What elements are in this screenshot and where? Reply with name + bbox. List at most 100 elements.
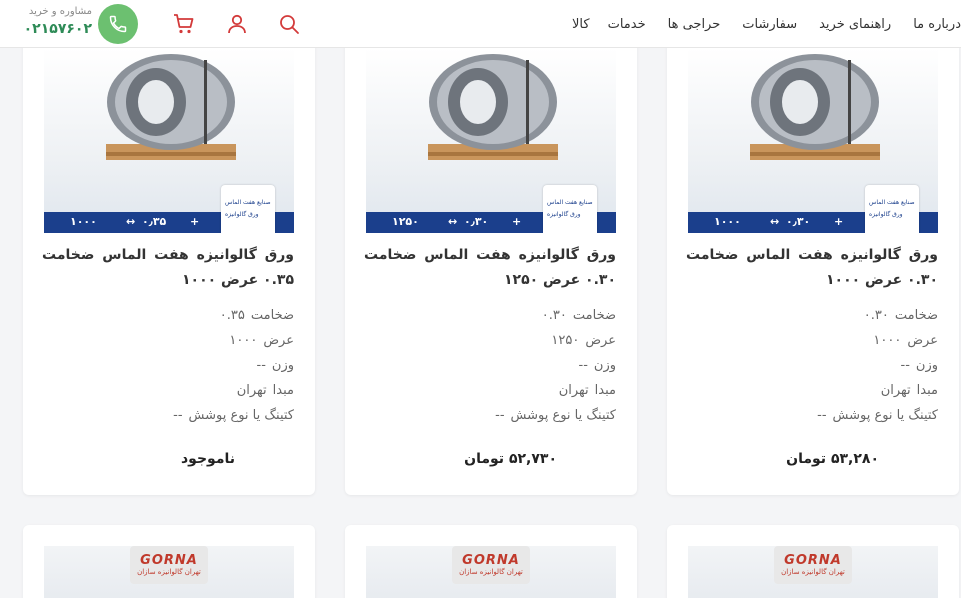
product-price: ۵۳,۲۸۰ تومان bbox=[786, 451, 879, 467]
product-image[interactable]: GORNA تهران گالوانیزه سازان bbox=[688, 546, 938, 598]
product-availability: ناموجود bbox=[180, 451, 235, 467]
spec-value: تهران bbox=[558, 383, 589, 398]
nav-item-buying-guide[interactable]: راهنمای خرید bbox=[819, 17, 891, 32]
gorna-logo: GORNA تهران گالوانیزه سازان bbox=[452, 546, 530, 584]
site-header: کالا خدمات حراجی ها سفارشات راهنمای خرید… bbox=[0, 0, 961, 48]
spec-value: ۱۰۰۰ bbox=[229, 333, 258, 348]
spec-key: کتینگ یا نوع پوشش bbox=[510, 408, 616, 423]
banner-width: ۱۲۵۰ bbox=[392, 215, 419, 228]
plus-icon: + bbox=[512, 215, 522, 228]
spec-thickness: ضخامت ۰.۳۵ bbox=[220, 308, 294, 323]
gorna-logo: GORNA تهران گالوانیزه سازان bbox=[130, 546, 208, 584]
spec-value: -- bbox=[256, 358, 266, 373]
product-card[interactable]: GORNA تهران گالوانیزه سازان bbox=[667, 525, 959, 598]
steel-coil-image bbox=[750, 54, 880, 160]
spec-value: ۱۲۵۰ bbox=[551, 333, 580, 348]
nav-item-orders[interactable]: سفارشات bbox=[742, 17, 797, 32]
spec-value: ۱۰۰۰ bbox=[873, 333, 902, 348]
nav-item-services[interactable]: خدمات bbox=[608, 17, 646, 32]
spec-key: عرض bbox=[907, 333, 938, 348]
banner-thickness: ۰٫۳۰ bbox=[464, 215, 489, 228]
spec-thickness: ضخامت ۰.۳۰ bbox=[864, 308, 938, 323]
spec-weight: وزن -- bbox=[257, 358, 295, 373]
steel-coil-image bbox=[106, 54, 236, 160]
spec-value: -- bbox=[578, 358, 588, 373]
spec-origin: مبدا تهران bbox=[237, 383, 294, 398]
nav-item-auctions[interactable]: حراجی ها bbox=[668, 17, 721, 32]
spec-value: ۰.۳۰ bbox=[541, 308, 567, 323]
product-card[interactable]: GORNA تهران گالوانیزه سازان bbox=[345, 525, 637, 598]
gorna-logo: GORNA تهران گالوانیزه سازان bbox=[774, 546, 852, 584]
spec-key: عرض bbox=[263, 333, 294, 348]
spec-key: مبدا bbox=[594, 383, 616, 398]
spec-origin: مبدا تهران bbox=[881, 383, 938, 398]
steel-coil-image bbox=[428, 54, 558, 160]
spec-value: ۰.۳۰ bbox=[863, 308, 889, 323]
spec-width: عرض ۱۲۵۰ bbox=[551, 333, 616, 348]
badge-product: ورق گالوانیزه bbox=[547, 211, 581, 218]
banner-thickness: ۰٫۳۰ bbox=[786, 215, 811, 228]
spec-key: مبدا bbox=[272, 383, 294, 398]
badge-brand: صنایع هفت الماس bbox=[547, 199, 593, 206]
badge-brand: صنایع هفت الماس bbox=[869, 199, 915, 206]
spec-key: ضخامت bbox=[894, 308, 938, 323]
gorna-sub: تهران گالوانیزه سازان bbox=[459, 567, 523, 576]
gorna-sub: تهران گالوانیزه سازان bbox=[137, 567, 201, 576]
gorna-name: GORNA bbox=[462, 552, 520, 568]
product-image[interactable]: ۱۲۵۰ ↔ ۰٫۳۰ + صنایع هفت الماس ورق گالوان… bbox=[366, 48, 616, 233]
spec-coating: کتینگ یا نوع پوشش -- bbox=[495, 408, 616, 423]
nav-item-products[interactable]: کالا bbox=[572, 17, 590, 32]
consult-info: مشاوره و خرید ۰۲۱۵۷۶۰۲ bbox=[22, 6, 92, 37]
width-arrow-icon: ↔ bbox=[770, 215, 780, 228]
product-image[interactable]: GORNA تهران گالوانیزه سازان bbox=[366, 546, 616, 598]
spec-key: ضخامت bbox=[572, 308, 616, 323]
product-card[interactable]: ۱۰۰۰ ↔ ۰٫۳۵ + صنایع هفت الماس ورق گالوان… bbox=[23, 20, 315, 495]
product-title[interactable]: ورق گالوانیزه هفت الماس ضخامت ۰.۳۵ عرض ۱… bbox=[42, 243, 294, 293]
banner-width: ۱۰۰۰ bbox=[714, 215, 741, 228]
gorna-sub: تهران گالوانیزه سازان bbox=[781, 567, 845, 576]
product-price: ۵۲,۷۳۰ تومان bbox=[464, 451, 557, 467]
phone-button[interactable] bbox=[98, 4, 138, 44]
spec-value: تهران bbox=[236, 383, 267, 398]
product-title[interactable]: ورق گالوانیزه هفت الماس ضخامت ۰.۳۰ عرض ۱… bbox=[686, 243, 938, 293]
product-card[interactable]: ۱۰۰۰ ↔ ۰٫۳۰ + صنایع هفت الماس ورق گالوان… bbox=[667, 20, 959, 495]
product-title[interactable]: ورق گالوانیزه هفت الماس ضخامت ۰.۳۰ عرض ۱… bbox=[364, 243, 616, 293]
spec-value: ۰.۳۵ bbox=[219, 308, 245, 323]
main-nav: کالا خدمات حراجی ها سفارشات راهنمای خرید… bbox=[550, 0, 961, 48]
width-arrow-icon: ↔ bbox=[126, 215, 136, 228]
brand-badge: صنایع هفت الماس ورق گالوانیزه bbox=[865, 185, 919, 233]
spec-value: -- bbox=[817, 408, 827, 423]
badge-product: ورق گالوانیزه bbox=[225, 211, 259, 218]
product-image[interactable]: ۱۰۰۰ ↔ ۰٫۳۵ + صنایع هفت الماس ورق گالوان… bbox=[44, 48, 294, 233]
spec-coating: کتینگ یا نوع پوشش -- bbox=[173, 408, 294, 423]
plus-icon: + bbox=[834, 215, 844, 228]
spec-value: -- bbox=[173, 408, 183, 423]
spec-key: کتینگ یا نوع پوشش bbox=[188, 408, 294, 423]
spec-key: وزن bbox=[593, 358, 616, 373]
brand-badge: صنایع هفت الماس ورق گالوانیزه bbox=[543, 185, 597, 233]
user-icon[interactable] bbox=[225, 12, 249, 36]
spec-origin: مبدا تهران bbox=[559, 383, 616, 398]
product-card[interactable]: ۱۲۵۰ ↔ ۰٫۳۰ + صنایع هفت الماس ورق گالوان… bbox=[345, 20, 637, 495]
badge-product: ورق گالوانیزه bbox=[869, 211, 903, 218]
product-image[interactable]: ۱۰۰۰ ↔ ۰٫۳۰ + صنایع هفت الماس ورق گالوان… bbox=[688, 48, 938, 233]
spec-value: -- bbox=[900, 358, 910, 373]
spec-weight: وزن -- bbox=[901, 358, 939, 373]
nav-item-about[interactable]: درباره ما bbox=[913, 17, 961, 32]
gorna-name: GORNA bbox=[140, 552, 198, 568]
consult-label: مشاوره و خرید bbox=[28, 6, 92, 17]
spec-key: عرض bbox=[585, 333, 616, 348]
phone-icon bbox=[109, 15, 127, 33]
spec-value: تهران bbox=[880, 383, 911, 398]
spec-width: عرض ۱۰۰۰ bbox=[229, 333, 294, 348]
product-image[interactable]: GORNA تهران گالوانیزه سازان bbox=[44, 546, 294, 598]
spec-key: کتینگ یا نوع پوشش bbox=[832, 408, 938, 423]
product-card[interactable]: GORNA تهران گالوانیزه سازان bbox=[23, 525, 315, 598]
search-icon[interactable] bbox=[277, 12, 301, 36]
spec-key: ضخامت bbox=[250, 308, 294, 323]
consult-phone[interactable]: ۰۲۱۵۷۶۰۲ bbox=[22, 21, 92, 37]
cart-icon[interactable] bbox=[172, 12, 196, 36]
spec-key: مبدا bbox=[916, 383, 938, 398]
header-actions: مشاوره و خرید ۰۲۱۵۷۶۰۲ bbox=[0, 0, 320, 48]
brand-badge: صنایع هفت الماس ورق گالوانیزه bbox=[221, 185, 275, 233]
